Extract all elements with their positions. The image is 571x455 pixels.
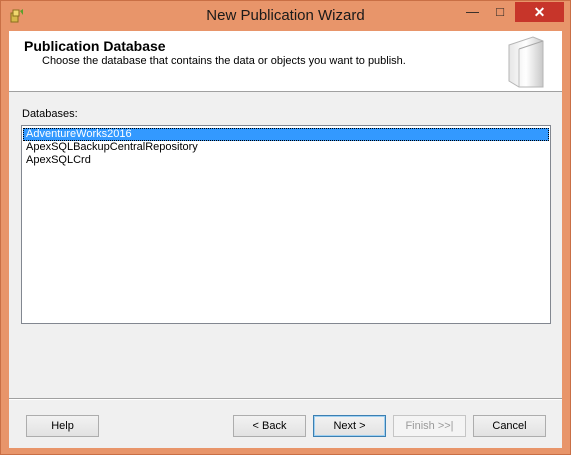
finish-button[interactable]: Finish >>| bbox=[393, 415, 466, 437]
footer-separator bbox=[9, 398, 562, 400]
minimize-button[interactable]: — bbox=[459, 2, 486, 22]
list-item[interactable]: AdventureWorks2016 bbox=[23, 128, 549, 141]
wizard-client-area: Publication Database Choose the database… bbox=[9, 31, 562, 448]
list-item[interactable]: ApexSQLCrd bbox=[23, 154, 549, 167]
title-bar[interactable]: New Publication Wizard — □ ✕ bbox=[1, 1, 570, 31]
cancel-button[interactable]: Cancel bbox=[473, 415, 546, 437]
databases-listbox[interactable]: AdventureWorks2016 ApexSQLBackupCentralR… bbox=[21, 125, 551, 324]
close-button[interactable]: ✕ bbox=[515, 2, 564, 22]
next-button[interactable]: Next > bbox=[313, 415, 386, 437]
back-button[interactable]: < Back bbox=[233, 415, 306, 437]
wizard-header: Publication Database Choose the database… bbox=[9, 31, 562, 92]
page-title: Publication Database bbox=[24, 38, 166, 54]
help-button[interactable]: Help bbox=[26, 415, 99, 437]
wizard-window: New Publication Wizard — □ ✕ Publication… bbox=[0, 0, 571, 455]
page-description: Choose the database that contains the da… bbox=[42, 55, 406, 67]
maximize-button[interactable]: □ bbox=[487, 2, 513, 22]
list-item[interactable]: ApexSQLBackupCentralRepository bbox=[23, 141, 549, 154]
wizard-header-graphic bbox=[508, 36, 544, 88]
databases-label: Databases: bbox=[22, 108, 78, 120]
